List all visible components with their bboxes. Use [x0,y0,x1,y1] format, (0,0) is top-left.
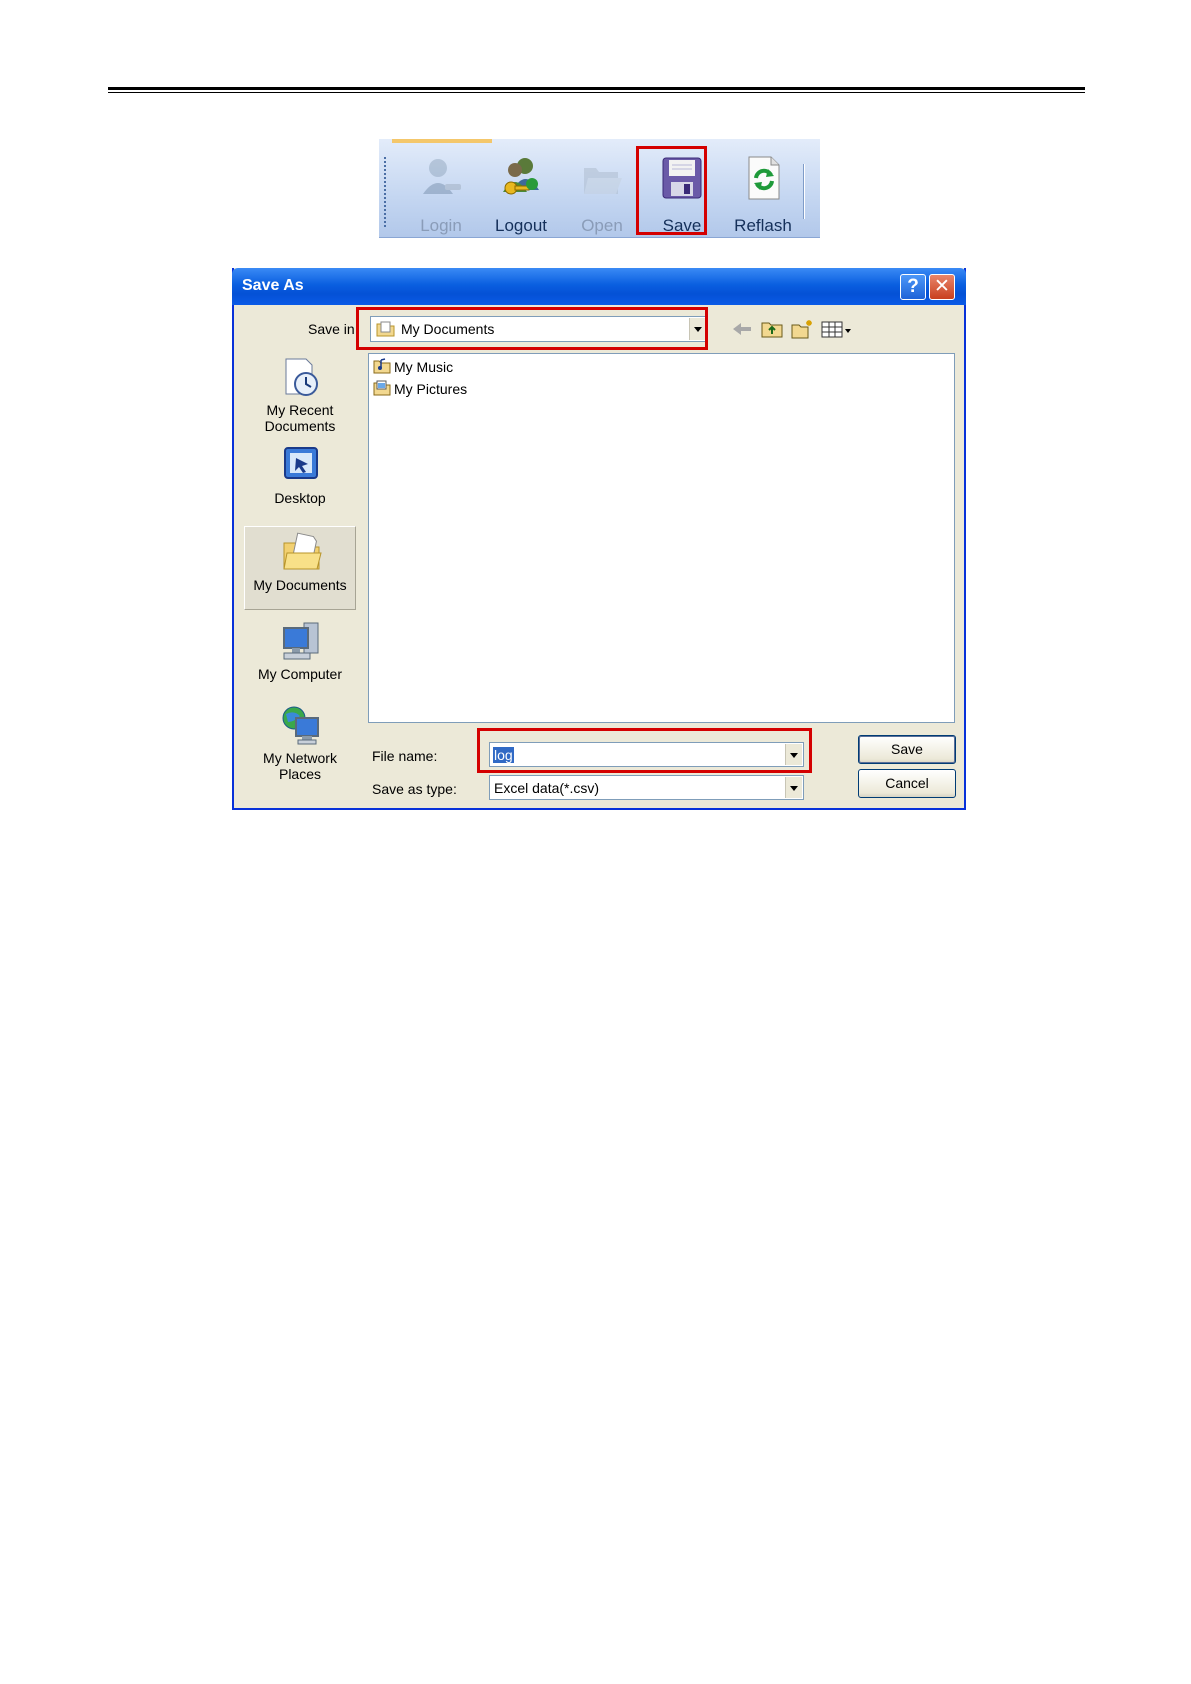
app-toolbar: Login Logout Open Save Reflash [379,139,820,238]
toolbar-tab-accent [392,139,492,143]
place-my-network-places[interactable]: My Network Places [244,704,356,788]
save-as-type-label: Save as type: [372,781,457,797]
my-documents-small-icon [376,321,395,337]
save-in-label: Save in: [308,321,359,337]
logout-icon [503,158,539,195]
file-list[interactable]: My Music My Pictures [368,353,955,723]
help-icon: ? [907,276,919,297]
login-icon [423,159,461,194]
cancel-button[interactable]: Cancel [858,769,956,798]
recent-documents-icon [285,358,318,396]
desktop-icon [284,447,318,479]
open-button[interactable]: Open [566,151,638,235]
file-name-label: File name: [372,748,438,764]
place-label: My Recent Documents [244,402,356,434]
refresh-icon [748,156,780,200]
file-name: My Pictures [394,381,468,397]
save-as-type-dropdown[interactable]: Excel data(*.csv) [489,775,804,800]
place-label-line: Documents [264,418,336,434]
chevron-down-icon[interactable] [785,777,802,798]
place-label-line: My Computer [257,666,343,682]
dialog-title: Save As [242,277,304,294]
file-name-value: log [493,747,514,763]
floppy-disk-icon [662,157,702,199]
save-button[interactable]: Save [858,735,956,764]
place-my-recent-documents[interactable]: My Recent Documents [244,356,356,440]
place-label: Desktop [244,490,356,506]
place-label: My Computer [244,666,356,682]
up-folder-icon[interactable] [760,318,784,340]
logout-button[interactable]: Logout [485,151,557,235]
help-button[interactable]: ? [900,274,926,300]
dialog-title-bar[interactable]: Save As ? ✕ [232,268,966,305]
place-my-documents[interactable]: My Documents [244,526,356,610]
place-label-line: My Network [263,750,337,766]
save-as-dialog: Save As ? ✕ Save in: My Documents My Rec… [232,268,966,810]
file-name-input[interactable]: log [489,742,804,767]
network-places-icon [282,706,319,745]
my-computer-icon [283,622,319,660]
open-label: Open [581,216,623,235]
music-folder-icon [373,358,391,374]
page-top-rule [108,87,1085,93]
close-button[interactable]: ✕ [929,274,955,300]
back-arrow-icon[interactable] [730,318,754,340]
view-menu-icon[interactable] [820,318,854,340]
toolbar-grip[interactable] [384,157,386,227]
logout-label: Logout [495,216,547,235]
reflash-button[interactable]: Reflash [727,151,799,235]
places-bar: My Recent Documents Desktop My Documents [244,356,356,782]
place-my-computer[interactable]: My Computer [244,620,356,686]
file-name: My Music [394,359,454,375]
place-label: My Documents [245,577,355,593]
place-label: My Network Places [244,750,356,782]
save-in-value: My Documents [401,321,495,337]
place-desktop[interactable]: Desktop [244,444,356,508]
close-icon: ✕ [934,276,950,297]
login-button[interactable]: Login [405,151,477,235]
save-toolbar-label: Save [662,216,702,235]
save-as-type-value: Excel data(*.csv) [494,780,600,796]
open-folder-icon [584,168,622,194]
toolbar-separator [803,164,805,219]
chevron-down-icon[interactable] [785,744,802,765]
chevron-down-icon[interactable] [689,318,706,340]
place-label-line: Desktop [274,490,326,506]
save-in-dropdown[interactable]: My Documents [370,316,708,342]
login-label: Login [420,216,462,235]
pictures-folder-icon [373,380,391,396]
place-label-line: My Documents [253,577,347,593]
place-label-line: My Recent [266,402,334,418]
my-documents-icon [283,532,322,570]
reflash-label: Reflash [734,216,792,235]
save-toolbar-button[interactable]: Save [646,151,718,235]
place-label-line: Places [278,766,322,782]
new-folder-icon[interactable] [790,318,814,340]
